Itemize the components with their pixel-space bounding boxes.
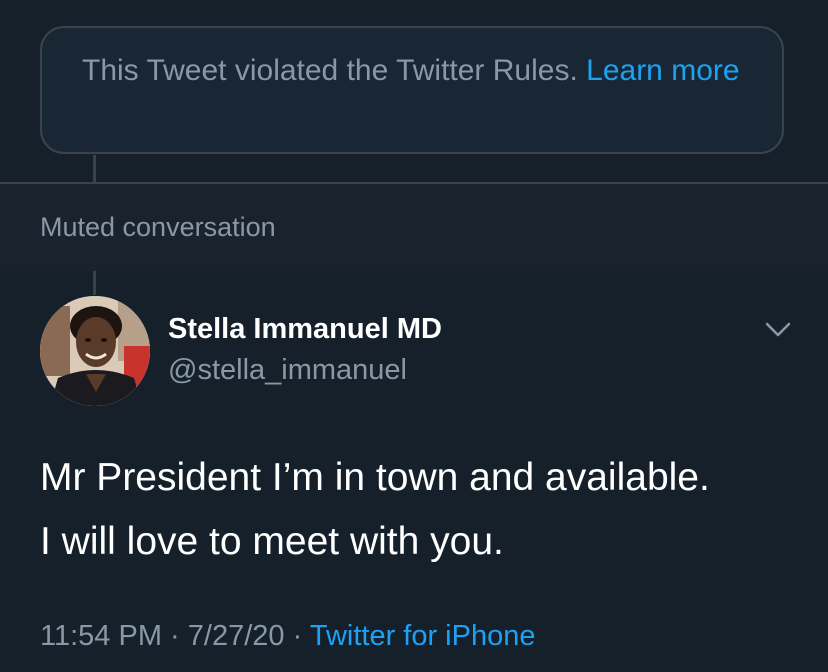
tweet-text-line: I will love to meet with you.: [40, 520, 504, 563]
muted-conversation-label: Muted conversation: [40, 212, 276, 242]
tweet-time: 11:54 PM: [40, 620, 162, 652]
violated-tweet-notice: This Tweet violated the Twitter Rules. L…: [40, 26, 784, 154]
meta-separator: ·: [292, 620, 303, 652]
author-handle[interactable]: @stella_immanuel: [168, 354, 407, 387]
avatar[interactable]: [40, 296, 150, 406]
tweet-detail-screen: This Tweet violated the Twitter Rules. L…: [0, 0, 828, 672]
tweet-date: 7/27/20: [187, 620, 285, 652]
tweet-source-link[interactable]: Twitter for iPhone: [310, 620, 536, 652]
tweet-text: Mr President I’m in town and available. …: [40, 446, 800, 574]
violated-tweet-area: This Tweet violated the Twitter Rules. L…: [0, 0, 828, 183]
notice-text: This Tweet violated the Twitter Rules.: [82, 54, 578, 87]
avatar-image: [40, 296, 150, 406]
tweet-metadata: 11:54 PM · 7/27/20 · Twitter for iPhone: [40, 620, 535, 653]
tweet-text-line: Mr President I’m in town and available.: [40, 456, 710, 499]
thread-connector-line: [93, 271, 96, 295]
meta-separator: ·: [170, 620, 180, 652]
learn-more-link[interactable]: Learn more: [586, 54, 739, 87]
thread-connector-line: [93, 155, 96, 183]
author-display-name[interactable]: Stella Immanuel MD: [168, 313, 442, 346]
chevron-down-icon[interactable]: [764, 320, 792, 340]
